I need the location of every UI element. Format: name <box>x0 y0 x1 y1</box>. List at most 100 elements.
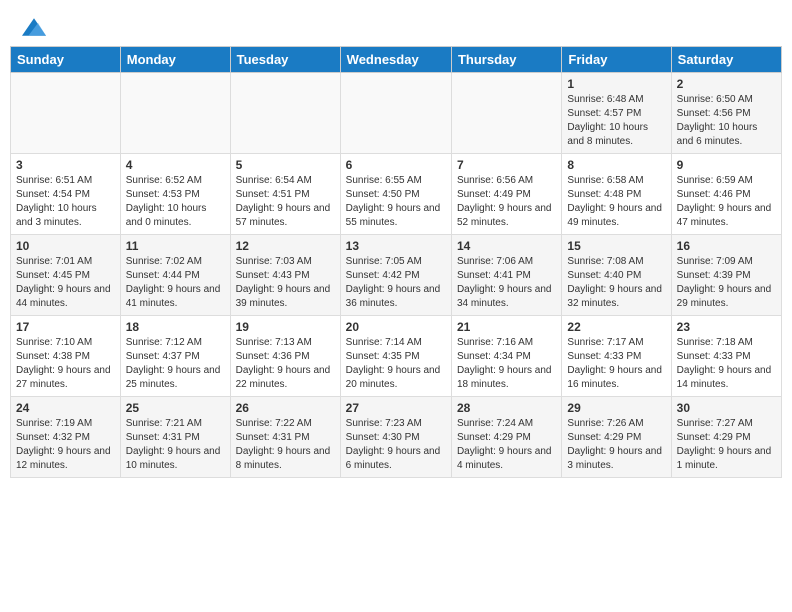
day-number: 25 <box>126 401 225 415</box>
day-number: 24 <box>16 401 115 415</box>
day-number: 11 <box>126 239 225 253</box>
day-header-friday: Friday <box>562 47 671 73</box>
day-number: 14 <box>457 239 556 253</box>
day-info: Sunrise: 6:52 AM Sunset: 4:53 PM Dayligh… <box>126 174 225 230</box>
day-info: Sunrise: 7:12 AM Sunset: 4:37 PM Dayligh… <box>126 336 225 392</box>
calendar-cell <box>120 73 230 154</box>
day-number: 15 <box>567 239 665 253</box>
calendar-cell: 15 Sunrise: 7:08 AM Sunset: 4:40 PM Dayli… <box>562 235 671 316</box>
calendar-cell: 11 Sunrise: 7:02 AM Sunset: 4:44 PM Dayli… <box>120 235 230 316</box>
day-number: 22 <box>567 320 665 334</box>
day-info: Sunrise: 7:08 AM Sunset: 4:40 PM Dayligh… <box>567 255 665 311</box>
calendar-week-row: 3 Sunrise: 6:51 AM Sunset: 4:54 PM Daylig… <box>11 154 782 235</box>
day-number: 27 <box>346 401 446 415</box>
day-number: 26 <box>236 401 335 415</box>
day-number: 19 <box>236 320 335 334</box>
calendar-header-row: SundayMondayTuesdayWednesdayThursdayFrid… <box>11 47 782 73</box>
day-number: 10 <box>16 239 115 253</box>
calendar-cell: 30Sunrise: 7:27 AM Sunset: 4:29 PM Dayli… <box>671 397 781 478</box>
calendar-cell <box>340 73 451 154</box>
day-info: Sunrise: 7:21 AM Sunset: 4:31 PM Dayligh… <box>126 417 225 473</box>
page-header <box>10 10 782 42</box>
calendar-cell: 19Sunrise: 7:13 AM Sunset: 4:36 PM Dayli… <box>230 316 340 397</box>
calendar-cell <box>230 73 340 154</box>
day-number: 5 <box>236 158 335 172</box>
calendar-cell: 21 Sunrise: 7:16 AM Sunset: 4:34 PM Dayli… <box>451 316 561 397</box>
calendar-cell: 23Sunrise: 7:18 AM Sunset: 4:33 PM Dayli… <box>671 316 781 397</box>
day-number: 17 <box>16 320 115 334</box>
calendar-cell: 8 Sunrise: 6:58 AM Sunset: 4:48 PM Daylig… <box>562 154 671 235</box>
day-info: Sunrise: 7:19 AM Sunset: 4:32 PM Dayligh… <box>16 417 115 473</box>
day-header-thursday: Thursday <box>451 47 561 73</box>
day-number: 20 <box>346 320 446 334</box>
day-header-saturday: Saturday <box>671 47 781 73</box>
day-info: Sunrise: 6:51 AM Sunset: 4:54 PM Dayligh… <box>16 174 115 230</box>
day-number: 28 <box>457 401 556 415</box>
day-info: Sunrise: 6:58 AM Sunset: 4:48 PM Dayligh… <box>567 174 665 230</box>
logo <box>20 18 46 36</box>
calendar-cell: 20 Sunrise: 7:14 AM Sunset: 4:35 PM Dayli… <box>340 316 451 397</box>
calendar-table: SundayMondayTuesdayWednesdayThursdayFrid… <box>10 46 782 478</box>
calendar-cell: 4 Sunrise: 6:52 AM Sunset: 4:53 PM Daylig… <box>120 154 230 235</box>
day-info: Sunrise: 7:06 AM Sunset: 4:41 PM Dayligh… <box>457 255 556 311</box>
day-number: 29 <box>567 401 665 415</box>
day-info: Sunrise: 7:23 AM Sunset: 4:30 PM Dayligh… <box>346 417 446 473</box>
day-info: Sunrise: 7:26 AM Sunset: 4:29 PM Dayligh… <box>567 417 665 473</box>
calendar-cell: 28 Sunrise: 7:24 AM Sunset: 4:29 PM Dayli… <box>451 397 561 478</box>
day-info: Sunrise: 7:03 AM Sunset: 4:43 PM Dayligh… <box>236 255 335 311</box>
day-number: 16 <box>677 239 776 253</box>
day-number: 6 <box>346 158 446 172</box>
day-info: Sunrise: 6:50 AM Sunset: 4:56 PM Dayligh… <box>677 93 776 149</box>
day-info: Sunrise: 7:24 AM Sunset: 4:29 PM Dayligh… <box>457 417 556 473</box>
day-info: Sunrise: 6:56 AM Sunset: 4:49 PM Dayligh… <box>457 174 556 230</box>
calendar-cell: 16 Sunrise: 7:09 AM Sunset: 4:39 PM Dayli… <box>671 235 781 316</box>
calendar-cell <box>11 73 121 154</box>
day-number: 30 <box>677 401 776 415</box>
day-info: Sunrise: 7:16 AM Sunset: 4:34 PM Dayligh… <box>457 336 556 392</box>
calendar-cell: 24 Sunrise: 7:19 AM Sunset: 4:32 PM Dayli… <box>11 397 121 478</box>
day-header-tuesday: Tuesday <box>230 47 340 73</box>
day-number: 4 <box>126 158 225 172</box>
calendar-cell: 6 Sunrise: 6:55 AM Sunset: 4:50 PM Daylig… <box>340 154 451 235</box>
day-info: Sunrise: 7:09 AM Sunset: 4:39 PM Dayligh… <box>677 255 776 311</box>
calendar-week-row: 1 Sunrise: 6:48 AM Sunset: 4:57 PM Daylig… <box>11 73 782 154</box>
calendar-cell: 14 Sunrise: 7:06 AM Sunset: 4:41 PM Dayli… <box>451 235 561 316</box>
calendar-week-row: 17 Sunrise: 7:10 AM Sunset: 4:38 PM Dayli… <box>11 316 782 397</box>
day-number: 3 <box>16 158 115 172</box>
day-number: 12 <box>236 239 335 253</box>
calendar-week-row: 10 Sunrise: 7:01 AM Sunset: 4:45 PM Dayli… <box>11 235 782 316</box>
day-number: 2 <box>677 77 776 91</box>
calendar-cell: 22 Sunrise: 7:17 AM Sunset: 4:33 PM Dayli… <box>562 316 671 397</box>
day-info: Sunrise: 7:17 AM Sunset: 4:33 PM Dayligh… <box>567 336 665 392</box>
calendar-week-row: 24 Sunrise: 7:19 AM Sunset: 4:32 PM Dayli… <box>11 397 782 478</box>
day-info: Sunrise: 7:10 AM Sunset: 4:38 PM Dayligh… <box>16 336 115 392</box>
calendar-cell: 7 Sunrise: 6:56 AM Sunset: 4:49 PM Daylig… <box>451 154 561 235</box>
day-number: 8 <box>567 158 665 172</box>
day-header-monday: Monday <box>120 47 230 73</box>
day-info: Sunrise: 7:14 AM Sunset: 4:35 PM Dayligh… <box>346 336 446 392</box>
day-number: 21 <box>457 320 556 334</box>
calendar-cell: 29 Sunrise: 7:26 AM Sunset: 4:29 PM Dayli… <box>562 397 671 478</box>
day-number: 9 <box>677 158 776 172</box>
day-number: 7 <box>457 158 556 172</box>
day-info: Sunrise: 7:01 AM Sunset: 4:45 PM Dayligh… <box>16 255 115 311</box>
calendar-cell: 13Sunrise: 7:05 AM Sunset: 4:42 PM Dayli… <box>340 235 451 316</box>
day-header-sunday: Sunday <box>11 47 121 73</box>
calendar-cell: 12 Sunrise: 7:03 AM Sunset: 4:43 PM Dayli… <box>230 235 340 316</box>
calendar-cell: 25 Sunrise: 7:21 AM Sunset: 4:31 PM Dayli… <box>120 397 230 478</box>
calendar-cell: 1 Sunrise: 6:48 AM Sunset: 4:57 PM Daylig… <box>562 73 671 154</box>
calendar-cell: 3 Sunrise: 6:51 AM Sunset: 4:54 PM Daylig… <box>11 154 121 235</box>
day-info: Sunrise: 6:55 AM Sunset: 4:50 PM Dayligh… <box>346 174 446 230</box>
day-info: Sunrise: 7:02 AM Sunset: 4:44 PM Dayligh… <box>126 255 225 311</box>
calendar-cell: 10 Sunrise: 7:01 AM Sunset: 4:45 PM Dayli… <box>11 235 121 316</box>
day-info: Sunrise: 7:05 AM Sunset: 4:42 PM Dayligh… <box>346 255 446 311</box>
day-header-wednesday: Wednesday <box>340 47 451 73</box>
day-number: 18 <box>126 320 225 334</box>
day-info: Sunrise: 6:48 AM Sunset: 4:57 PM Dayligh… <box>567 93 665 149</box>
day-info: Sunrise: 6:59 AM Sunset: 4:46 PM Dayligh… <box>677 174 776 230</box>
calendar-cell: 26 Sunrise: 7:22 AM Sunset: 4:31 PM Dayli… <box>230 397 340 478</box>
day-info: Sunrise: 7:18 AM Sunset: 4:33 PM Dayligh… <box>677 336 776 392</box>
calendar-cell: 9 Sunrise: 6:59 AM Sunset: 4:46 PM Daylig… <box>671 154 781 235</box>
day-info: Sunrise: 7:22 AM Sunset: 4:31 PM Dayligh… <box>236 417 335 473</box>
day-number: 1 <box>567 77 665 91</box>
